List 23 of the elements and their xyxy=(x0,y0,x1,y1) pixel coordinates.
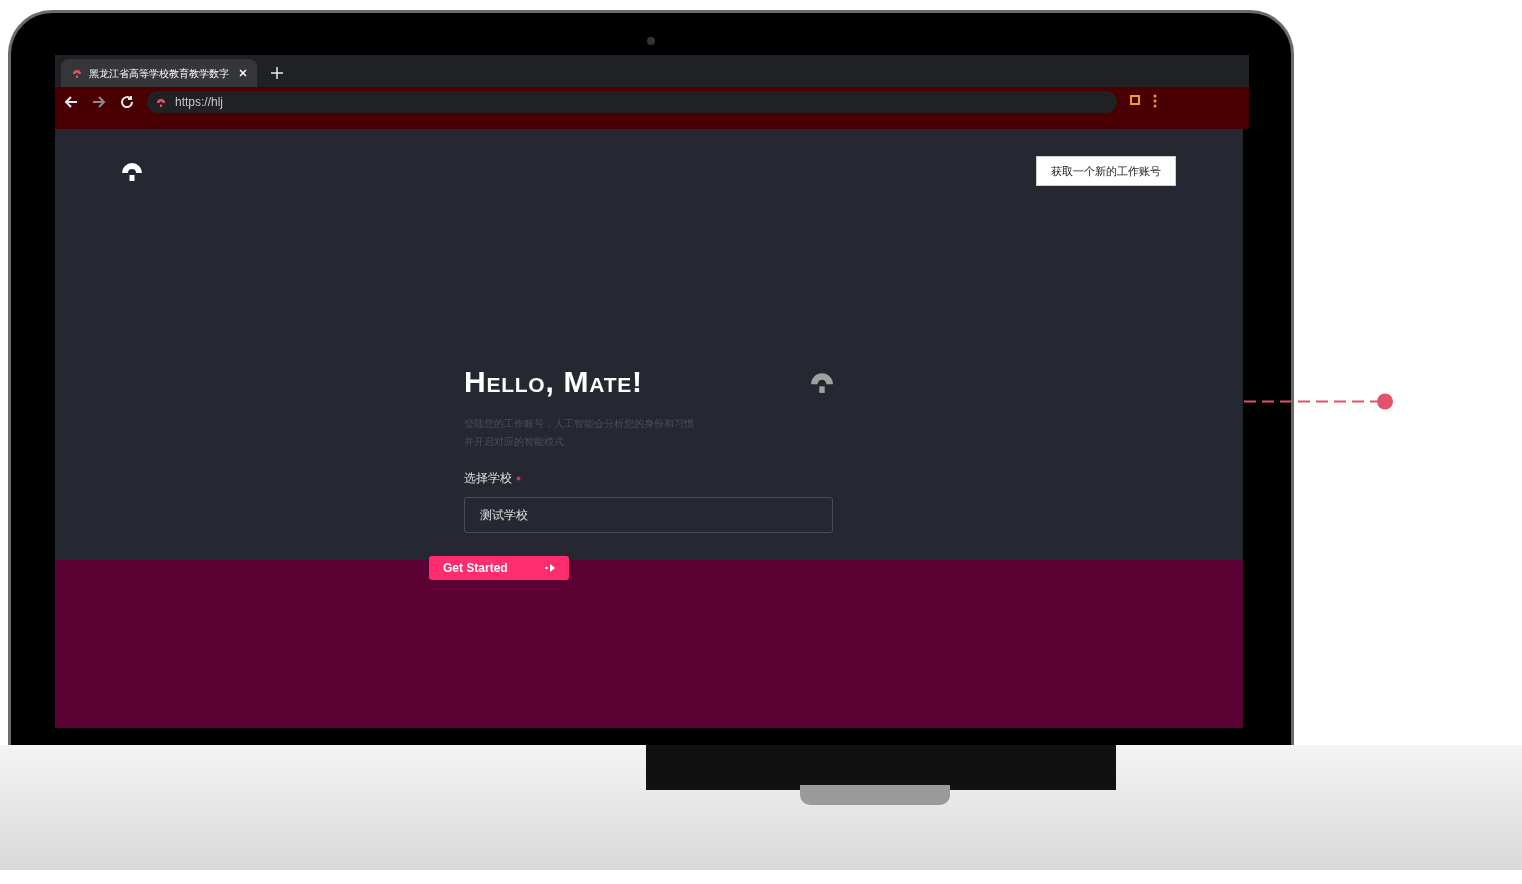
url-text: https://hlj xyxy=(175,94,224,111)
logo-icon xyxy=(810,370,834,393)
new-tab-icon[interactable] xyxy=(271,67,283,79)
camera-icon xyxy=(647,37,655,45)
site-logo-icon xyxy=(155,96,167,108)
reload-icon[interactable] xyxy=(119,94,135,110)
extension-icon[interactable] xyxy=(1129,94,1141,106)
arrow-icon xyxy=(545,564,555,572)
school-select-field[interactable]: 测试学校 xyxy=(464,497,833,533)
field-value: 测试学校 xyxy=(480,507,528,524)
field-label: 选择学校 xyxy=(464,470,512,487)
tab-title: 黑龙江省高等学校教育教学数字 xyxy=(89,66,229,81)
site-logo-icon xyxy=(71,67,83,79)
forward-icon[interactable] xyxy=(91,94,107,110)
greeting-title: Hello, Mate! xyxy=(464,364,643,400)
back-icon[interactable] xyxy=(63,94,79,110)
logo-icon xyxy=(121,161,143,181)
more-icon[interactable] xyxy=(1153,94,1157,108)
close-icon[interactable] xyxy=(239,69,247,77)
address-bar[interactable]: https://hlj xyxy=(147,91,1117,113)
browser-tab[interactable]: 黑龙江省高等学校教育教学数字 xyxy=(61,59,257,87)
new-account-button[interactable]: 获取一个新的工作账号 xyxy=(1036,156,1176,186)
get-started-button[interactable]: Get Started xyxy=(429,556,569,580)
